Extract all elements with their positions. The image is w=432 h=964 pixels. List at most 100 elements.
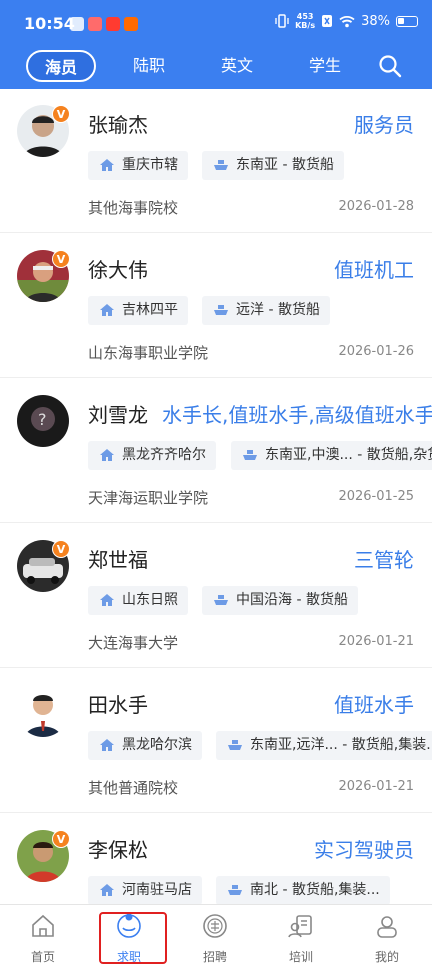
ship-icon [214,595,228,605]
notification-app-icon [70,17,84,31]
location-text: 河南驻马店 [122,882,192,898]
nav-recruit[interactable]: 招聘 [172,905,258,964]
home-icon [100,304,114,316]
vibrate-icon [275,14,289,28]
candidate-date: 2026-01-25 [338,489,414,504]
nav-profile-label: 我的 [374,950,399,964]
net-speed-unit: KB/s [295,21,316,30]
tab-seafarer[interactable]: 海员 [26,50,96,82]
bottom-nav: 首页 求职 招聘 培训 我的 [0,904,432,964]
route-text: 中国沿海 - 散货船 [236,592,348,608]
candidate-position: 值班水手 [334,693,414,717]
candidate-name: 田水手 [88,693,148,717]
home-icon [32,914,54,937]
search-icon[interactable] [378,54,402,78]
training-icon [288,915,312,938]
candidate-school: 天津海运职业学院 [88,489,209,507]
candidate-date: 2026-01-21 [338,634,414,649]
status-time: 10:54 [24,14,75,33]
profile-icon [377,916,397,938]
candidate-card[interactable]: V 郑世福 三管轮 山东日照 中国沿海 - 散货船 大连海事大学 2026-01… [0,524,432,668]
candidate-date: 2026-01-28 [338,199,414,214]
candidate-card[interactable]: V 张瑜杰 服务员 重庆市辖 东南亚 - 散货船 其他海事院校 2026-01-… [0,89,432,233]
candidate-name: 徐大伟 [88,258,148,282]
location-tag: 黑龙哈尔滨 [88,731,202,760]
route-tag: 东南亚,远洋... - 散货船,集装... [216,731,432,760]
candidate-position: 水手长,值班水手,高级值班水手 [162,403,432,427]
wifi-icon [339,15,355,27]
ship-icon [243,450,257,460]
verified-badge: V [52,105,70,123]
route-text: 东南亚,远洋... - 散货船,集装... [250,737,432,753]
route-text: 远洋 - 散货船 [236,302,320,318]
route-text: 东南亚 - 散货船 [236,157,334,173]
candidate-card[interactable]: ? 刘雪龙 水手长,值班水手,高级值班水手 黑龙齐齐哈尔 东南亚,中澳... -… [0,379,432,523]
tab-land-job[interactable]: 陆职 [118,50,180,82]
home-icon [100,449,114,461]
home-icon [100,159,114,171]
candidate-card[interactable]: V 李保松 实习驾驶员 河南驻马店 南北 - 散货船,集装... [0,814,432,904]
nav-profile[interactable]: 我的 [344,905,430,964]
candidate-school: 大连海事大学 [88,634,179,652]
candidate-position: 值班机工 [334,258,414,282]
verified-badge: V [52,540,70,558]
battery-percent: 38% [361,13,390,29]
nav-recruit-label: 招聘 [202,950,227,964]
tab-english[interactable]: 英文 [206,50,268,82]
route-tag: 东南亚,中澳... - 散货船,杂货船 [231,441,432,470]
location-tag: 黑龙齐齐哈尔 [88,441,216,470]
candidate-position: 服务员 [354,113,414,137]
ship-icon [214,305,228,315]
avatar [17,685,69,737]
route-text: 东南亚,中澳... - 散货船,杂货船 [265,447,432,463]
candidate-position: 三管轮 [354,548,414,572]
nav-home[interactable]: 首页 [0,905,86,964]
route-tag: 南北 - 散货船,集装... [216,876,390,904]
candidate-position: 实习驾驶员 [314,838,414,862]
ship-icon [228,885,242,895]
route-tag: 远洋 - 散货船 [202,296,330,325]
battery-icon [396,15,418,27]
route-text: 南北 - 散货船,集装... [250,882,380,898]
tab-student[interactable]: 学生 [294,50,356,82]
recruit-icon [203,914,227,938]
candidate-card[interactable]: V 徐大伟 值班机工 吉林四平 远洋 - 散货船 山东海事职业学院 2026-0… [0,234,432,378]
location-tag: 河南驻马店 [88,876,202,904]
verified-badge: V [52,250,70,268]
candidate-name: 张瑜杰 [88,113,148,137]
candidate-list: V 张瑜杰 服务员 重庆市辖 东南亚 - 散货船 其他海事院校 2026-01-… [0,89,432,904]
location-text: 吉林四平 [122,302,178,318]
notification-app-icon [88,17,102,31]
avatar: ? [17,395,69,447]
candidate-date: 2026-01-26 [338,344,414,359]
nav-training[interactable]: 培训 [258,905,344,964]
location-text: 山东日照 [122,592,178,608]
location-text: 黑龙哈尔滨 [122,737,192,753]
location-text: 重庆市辖 [122,157,178,173]
candidate-school: 山东海事职业学院 [88,344,209,362]
route-tag: 中国沿海 - 散货船 [202,586,358,615]
home-icon [100,594,114,606]
selection-highlight-box [99,912,167,964]
status-indicators: 453 KB/s 38% [275,12,418,30]
sim-icon [322,15,333,27]
route-tag: 东南亚 - 散货船 [202,151,344,180]
candidate-card[interactable]: 田水手 值班水手 黑龙哈尔滨 东南亚,远洋... - 散货船,集装... 其他普… [0,669,432,813]
ship-icon [214,160,228,170]
net-speed-value: 453 [296,12,314,21]
nav-training-label: 培训 [288,950,313,964]
candidate-school: 其他普通院校 [88,779,179,797]
status-bar: 10:54 453 KB/s 38% [0,0,432,48]
location-tag: 吉林四平 [88,296,188,325]
category-tabs: 海员 陆职 英文 学生 [0,50,432,84]
location-text: 黑龙齐齐哈尔 [122,447,206,463]
candidate-name: 郑世福 [88,548,148,572]
nav-home-label: 首页 [30,950,55,964]
svg-text:?: ? [38,410,47,429]
location-tag: 重庆市辖 [88,151,188,180]
home-icon [100,739,114,751]
notification-mail-icon [106,17,120,31]
candidate-school: 其他海事院校 [88,199,179,217]
net-speed: 453 KB/s [295,12,315,30]
ship-icon [228,740,242,750]
